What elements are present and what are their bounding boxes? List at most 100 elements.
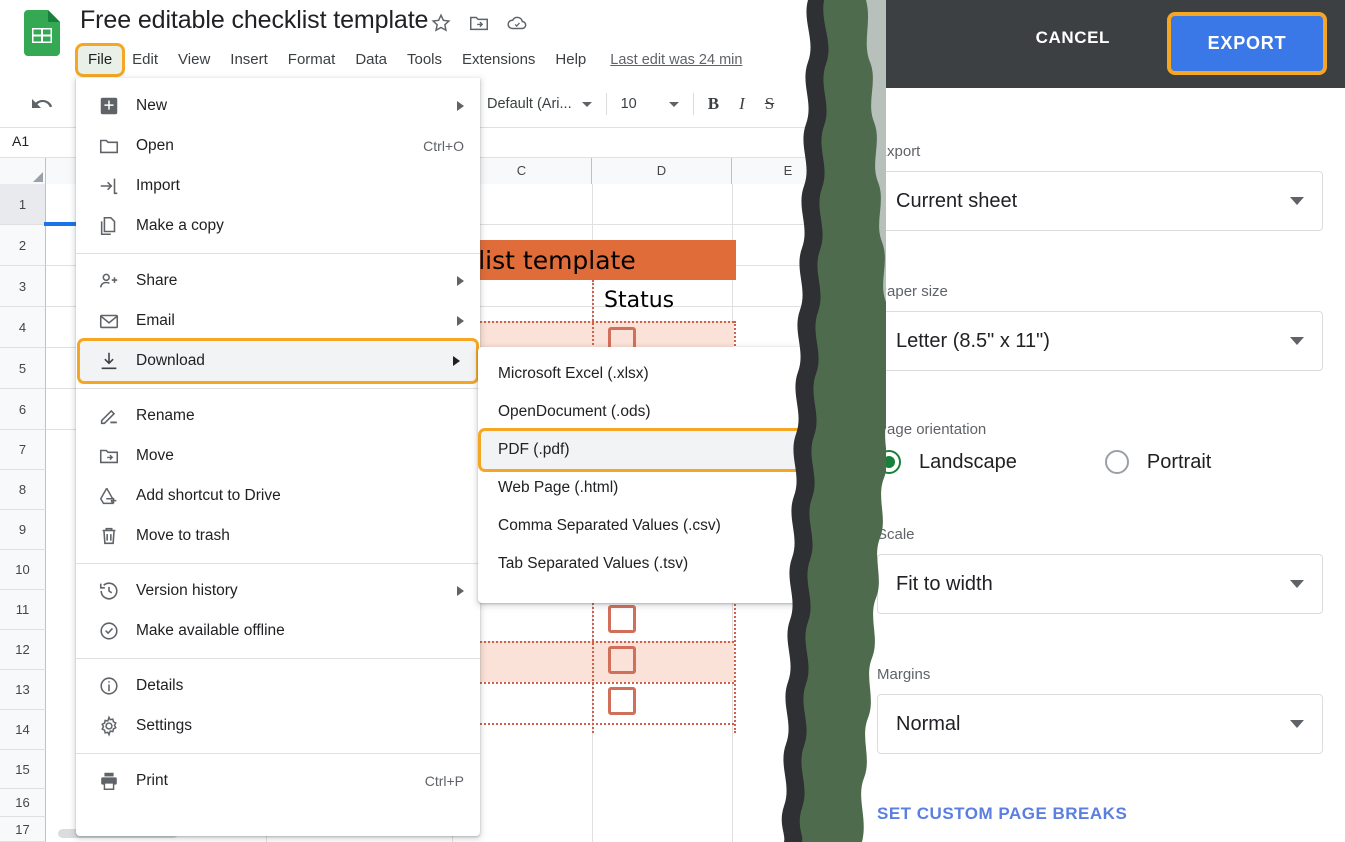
sheet-checkbox[interactable] — [608, 687, 636, 715]
menu-item-add-shortcut-to-drive[interactable]: Add shortcut to Drive — [76, 476, 480, 516]
menu-extensions[interactable]: Extensions — [452, 46, 545, 74]
row-header-11[interactable]: 11 — [0, 590, 46, 630]
submenu-item-html[interactable]: Web Page (.html) — [478, 469, 806, 507]
cloud-saved-icon[interactable] — [506, 12, 528, 34]
menu-item-move[interactable]: Move — [76, 436, 480, 476]
font-size-chevron-down-icon[interactable] — [668, 101, 679, 107]
document-title[interactable]: Free editable checklist template — [80, 6, 428, 35]
menu-file[interactable]: File — [78, 46, 123, 74]
radio-portrait-label[interactable]: Portrait — [1147, 451, 1211, 474]
chevron-down-icon — [1290, 197, 1304, 205]
menu-data[interactable]: Data — [345, 46, 397, 74]
sheet-dashed-divider — [444, 321, 734, 323]
submenu-item-ods[interactable]: OpenDocument (.ods) — [478, 393, 806, 431]
title-icon-group — [430, 12, 528, 34]
radio-landscape-label[interactable]: Landscape — [919, 451, 1017, 474]
submenu-item-pdf[interactable]: PDF (.pdf) — [481, 431, 803, 469]
sheet-checkbox[interactable] — [608, 646, 636, 674]
select-all-corner[interactable] — [0, 158, 46, 184]
row-header-14[interactable]: 14 — [0, 710, 46, 750]
menu-insert[interactable]: Insert — [220, 46, 278, 74]
sheet-title-cell[interactable]: cklist template — [444, 240, 736, 280]
submenu-item-tsv[interactable]: Tab Separated Values (.tsv) — [478, 545, 806, 583]
star-icon[interactable] — [430, 12, 452, 34]
set-custom-page-breaks-link[interactable]: SET CUSTOM PAGE BREAKS — [877, 804, 1127, 824]
menu-item-share[interactable]: Share — [76, 261, 480, 301]
row-header-9[interactable]: 9 — [0, 510, 46, 550]
row-header-3[interactable]: 3 — [0, 266, 46, 307]
submenu-item-xlsx[interactable]: Microsoft Excel (.xlsx) — [478, 355, 806, 393]
font-family-select[interactable]: Default (Ari... — [487, 96, 572, 112]
menu-item-version-history[interactable]: Version history — [76, 571, 480, 611]
font-size-select[interactable]: 10 — [621, 96, 637, 112]
scale-select[interactable]: Fit to width — [877, 554, 1323, 614]
menu-help[interactable]: Help — [545, 46, 596, 74]
row-header-4[interactable]: 4 — [0, 307, 46, 348]
menu-item-email[interactable]: Email — [76, 301, 480, 341]
menu-item-import[interactable]: Import — [76, 166, 480, 206]
download-submenu: Microsoft Excel (.xlsx) OpenDocument (.o… — [478, 347, 806, 603]
column-header-d[interactable]: D — [592, 158, 732, 184]
radio-portrait[interactable] — [1104, 450, 1129, 474]
sheet-status-header-cell[interactable]: Status — [598, 281, 734, 319]
paper-size-select[interactable]: Letter (8.5" x 11") — [877, 311, 1323, 371]
font-family-chevron-down-icon[interactable] — [581, 101, 592, 107]
menu-item-open[interactable]: Open Ctrl+O — [76, 126, 480, 166]
menu-separator — [76, 563, 480, 564]
export-button[interactable]: EXPORT — [1171, 16, 1323, 71]
menu-item-print[interactable]: Print Ctrl+P — [76, 761, 480, 801]
sheet-dashed-divider — [444, 682, 734, 684]
menu-item-make-available-offline[interactable]: Make available offline — [76, 611, 480, 651]
name-box[interactable]: A1 — [12, 133, 29, 149]
menu-item-label: Rename — [136, 407, 195, 424]
italic-button[interactable]: I — [739, 94, 745, 114]
menu-item-label: Make a copy — [136, 217, 224, 234]
toolbar-divider — [605, 93, 607, 115]
menu-separator — [76, 658, 480, 659]
row-header-2[interactable]: 2 — [0, 225, 46, 266]
row-header-17[interactable]: 17 — [0, 817, 46, 842]
row-header-1[interactable]: 1 — [0, 184, 46, 225]
menu-item-download[interactable]: Download — [80, 341, 476, 381]
menu-format[interactable]: Format — [278, 46, 346, 74]
row-header-6[interactable]: 6 — [0, 389, 46, 430]
row-header-10[interactable]: 10 — [0, 550, 46, 590]
row-header-7[interactable]: 7 — [0, 430, 46, 470]
menu-item-new[interactable]: New — [76, 86, 480, 126]
download-icon — [98, 350, 120, 372]
sheet-checkbox[interactable] — [608, 605, 636, 633]
menu-item-settings[interactable]: Settings — [76, 706, 480, 746]
last-edit-link[interactable]: Last edit was 24 min — [610, 52, 742, 68]
row-header-5[interactable]: 5 — [0, 348, 46, 389]
menu-item-label: Details — [136, 677, 184, 694]
bold-button[interactable]: B — [708, 94, 719, 114]
margins-select[interactable]: Normal — [877, 694, 1323, 754]
row-header-16[interactable]: 16 — [0, 789, 46, 817]
row-header-15[interactable]: 15 — [0, 750, 46, 789]
menu-item-details[interactable]: Details — [76, 666, 480, 706]
move-to-folder-icon[interactable] — [468, 12, 490, 34]
menu-edit[interactable]: Edit — [122, 46, 168, 74]
torn-paper-divider — [766, 0, 921, 842]
submenu-item-csv[interactable]: Comma Separated Values (.csv) — [478, 507, 806, 545]
row-header-12[interactable]: 12 — [0, 630, 46, 670]
menu-item-rename[interactable]: Rename — [76, 396, 480, 436]
menu-item-move-to-trash[interactable]: Move to trash — [76, 516, 480, 556]
menu-item-label: Move — [136, 447, 174, 464]
move-folder-icon — [98, 445, 120, 467]
undo-icon[interactable] — [30, 92, 54, 116]
menu-tools[interactable]: Tools — [397, 46, 452, 74]
row-header-13[interactable]: 13 — [0, 670, 46, 710]
menu-item-make-a-copy[interactable]: Make a copy — [76, 206, 480, 246]
row-header-8[interactable]: 8 — [0, 470, 46, 510]
menu-view[interactable]: View — [168, 46, 220, 74]
cancel-button[interactable]: CANCEL — [1036, 28, 1110, 48]
export-settings-panel: CANCEL EXPORT Export Current sheet Paper… — [845, 0, 1345, 842]
sheet-row-band — [444, 641, 734, 682]
submenu-arrow-icon — [457, 586, 464, 596]
offline-check-icon — [98, 620, 120, 642]
export-panel-body: Export Current sheet Paper size Letter (… — [845, 88, 1345, 842]
chevron-down-icon — [1290, 720, 1304, 728]
submenu-arrow-icon — [453, 356, 460, 366]
export-scope-select[interactable]: Current sheet — [877, 171, 1323, 231]
